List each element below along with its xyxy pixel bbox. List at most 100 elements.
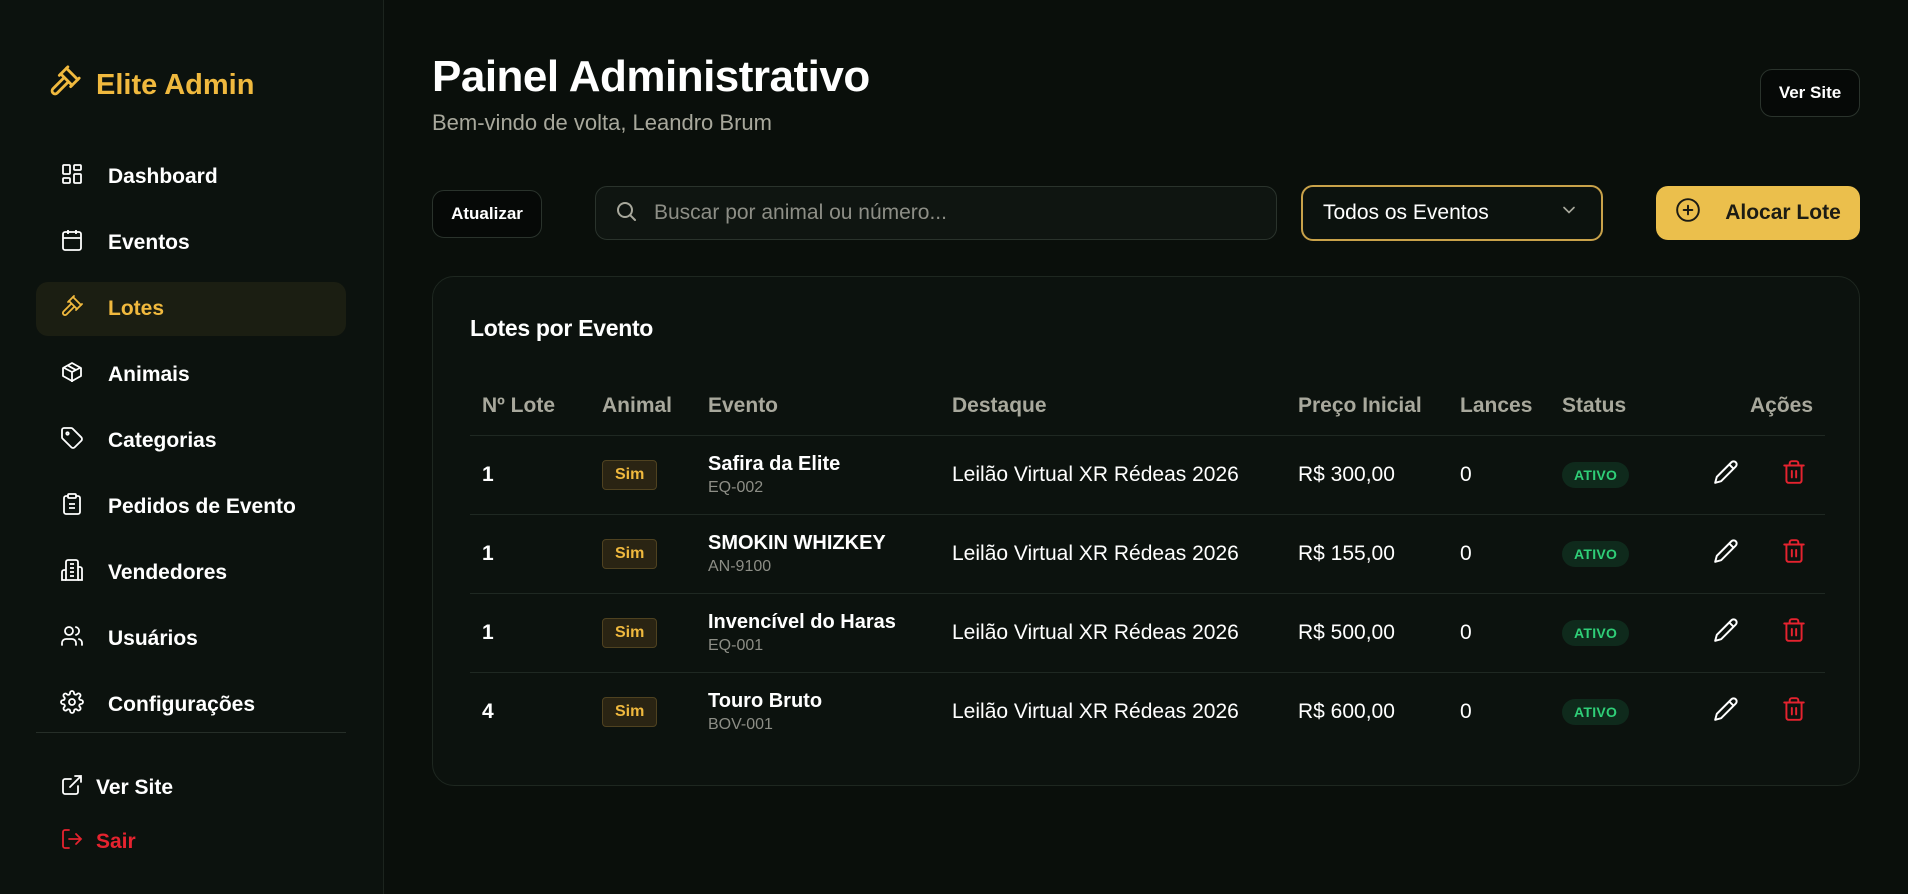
sidebar: Elite Admin Dashboard Eventos Lotes Anim… <box>0 0 384 894</box>
sidebar-item-label: Lotes <box>108 297 165 320</box>
event-code: EQ-001 <box>708 636 764 654</box>
event-code: BOV-001 <box>708 715 773 733</box>
ver-site-button[interactable]: Ver Site <box>1760 69 1860 117</box>
sidebar-item-categorias[interactable]: Categorias <box>36 414 346 468</box>
status-badge: ATIVO <box>1562 619 1630 646</box>
sidebar-item-usuarios[interactable]: Usuários <box>36 612 346 666</box>
animal-badge: Sim <box>602 696 658 727</box>
dashboard-icon <box>60 162 84 192</box>
logout-button[interactable]: Sair <box>60 827 136 857</box>
highlight: Leilão Virtual XR Rédeas 2026 <box>940 514 1286 594</box>
row-actions <box>1692 696 1825 728</box>
allocate-lot-label: Alocar Lote <box>1725 201 1841 224</box>
table-header-row: Nº Lote Animal Evento Destaque Preço Ini… <box>470 377 1825 436</box>
page-title: Painel Administrativo <box>432 52 870 101</box>
search-icon <box>614 199 638 228</box>
building-icon <box>60 558 84 588</box>
event-name: Invencível do Haras <box>708 610 896 633</box>
clipboard-icon <box>60 492 84 522</box>
table-row[interactable]: 1 Sim Invencível do Haras EQ-001 Leilão … <box>470 593 1825 673</box>
box-icon <box>60 360 84 390</box>
edit-icon[interactable] <box>1713 538 1739 570</box>
status-badge: ATIVO <box>1562 540 1630 567</box>
calendar-icon <box>60 228 84 258</box>
event-filter-value: Todos os Eventos <box>1323 201 1489 224</box>
event-code: EQ-002 <box>708 478 764 496</box>
lot-number: 1 <box>470 514 590 594</box>
column-header: Status <box>1550 377 1680 436</box>
gavel-icon <box>60 294 84 324</box>
lot-number: 1 <box>470 435 590 515</box>
sidebar-item-lotes[interactable]: Lotes <box>36 282 346 336</box>
chevron-down-icon <box>1559 200 1579 226</box>
external-link-icon <box>60 773 84 803</box>
brand-name: Elite Admin <box>96 68 255 101</box>
initial-price: R$ 500,00 <box>1286 593 1448 673</box>
sidebar-item-label: Configurações <box>108 693 256 716</box>
trash-icon[interactable] <box>1781 617 1807 649</box>
event-filter-select[interactable]: Todos os Eventos <box>1301 185 1603 241</box>
trash-icon[interactable] <box>1781 538 1807 570</box>
lots-table: Nº Lote Animal Evento Destaque Preço Ini… <box>470 377 1825 751</box>
lot-number: 4 <box>482 699 494 723</box>
row-actions <box>1692 538 1825 570</box>
sidebar-item-dashboard[interactable]: Dashboard <box>36 150 346 204</box>
main-content: Painel Administrativo Bem-vindo de volta… <box>432 0 1860 894</box>
users-icon <box>60 624 84 654</box>
trash-icon[interactable] <box>1781 696 1807 728</box>
edit-icon[interactable] <box>1713 617 1739 649</box>
edit-icon[interactable] <box>1713 459 1739 491</box>
event-name: SMOKIN WHIZKEY <box>708 531 886 554</box>
sidebar-item-eventos[interactable]: Eventos <box>36 216 346 270</box>
table-row[interactable]: 4 Sim Touro Bruto BOV-001 Leilão Virtual… <box>470 672 1825 751</box>
tag-icon <box>60 426 84 456</box>
initial-price: R$ 600,00 <box>1298 699 1395 723</box>
plus-circle-icon <box>1675 197 1701 229</box>
highlight: Leilão Virtual XR Rédeas 2026 <box>940 435 1286 515</box>
brand-logo[interactable]: Elite Admin <box>48 64 254 106</box>
logout-icon <box>60 827 84 857</box>
bids-count: 0 <box>1460 699 1472 723</box>
lot-number: 1 <box>470 593 590 673</box>
edit-icon[interactable] <box>1713 696 1739 728</box>
column-header: Preço Inicial <box>1286 377 1448 436</box>
sidebar-item-label: Dashboard <box>108 165 218 188</box>
refresh-button[interactable]: Atualizar <box>432 190 542 238</box>
table-row[interactable]: 1 Sim Safira da Elite EQ-002 Leilão Virt… <box>470 435 1825 515</box>
lots-card: Lotes por Evento Nº Lote Animal Evento D… <box>432 276 1860 786</box>
gavel-icon <box>48 64 82 106</box>
column-header: Ações <box>1680 377 1825 436</box>
sidebar-ver-site-link[interactable]: Ver Site <box>60 773 173 803</box>
sidebar-divider <box>36 732 346 733</box>
bids-count: 0 <box>1448 435 1550 515</box>
card-title: Lotes por Evento <box>470 315 654 341</box>
logout-label: Sair <box>96 830 136 853</box>
allocate-lot-button[interactable]: Alocar Lote <box>1656 186 1860 240</box>
status-badge: ATIVO <box>1562 461 1630 488</box>
sidebar-item-configuracoes[interactable]: Configurações <box>36 678 346 732</box>
search-box <box>595 186 1277 240</box>
search-input[interactable] <box>654 201 1276 225</box>
column-header: Evento <box>696 377 940 436</box>
sidebar-item-animais[interactable]: Animais <box>36 348 346 402</box>
column-header: Nº Lote <box>470 377 590 436</box>
table-row[interactable]: 1 Sim SMOKIN WHIZKEY AN-9100 Leilão Virt… <box>470 514 1825 594</box>
highlight: Leilão Virtual XR Rédeas 2026 <box>952 699 1239 723</box>
sidebar-item-pedidos[interactable]: Pedidos de Evento <box>36 480 346 534</box>
ver-site-label: Ver Site <box>96 776 174 799</box>
bids-count: 0 <box>1448 514 1550 594</box>
row-actions <box>1692 459 1825 491</box>
page-subtitle: Bem-vindo de volta, Leandro Brum <box>432 110 772 135</box>
column-header: Animal <box>590 377 696 436</box>
column-header: Destaque <box>940 377 1286 436</box>
sidebar-nav: Dashboard Eventos Lotes Animais Categori… <box>36 150 346 744</box>
trash-icon[interactable] <box>1781 459 1807 491</box>
sidebar-item-label: Eventos <box>108 231 190 254</box>
sidebar-item-label: Pedidos de Evento <box>108 495 296 518</box>
sidebar-item-label: Vendedores <box>108 561 228 584</box>
sidebar-item-label: Usuários <box>108 627 198 650</box>
sidebar-item-vendedores[interactable]: Vendedores <box>36 546 346 600</box>
sidebar-item-label: Categorias <box>108 429 217 452</box>
animal-badge: Sim <box>602 459 658 490</box>
animal-badge: Sim <box>602 617 658 648</box>
